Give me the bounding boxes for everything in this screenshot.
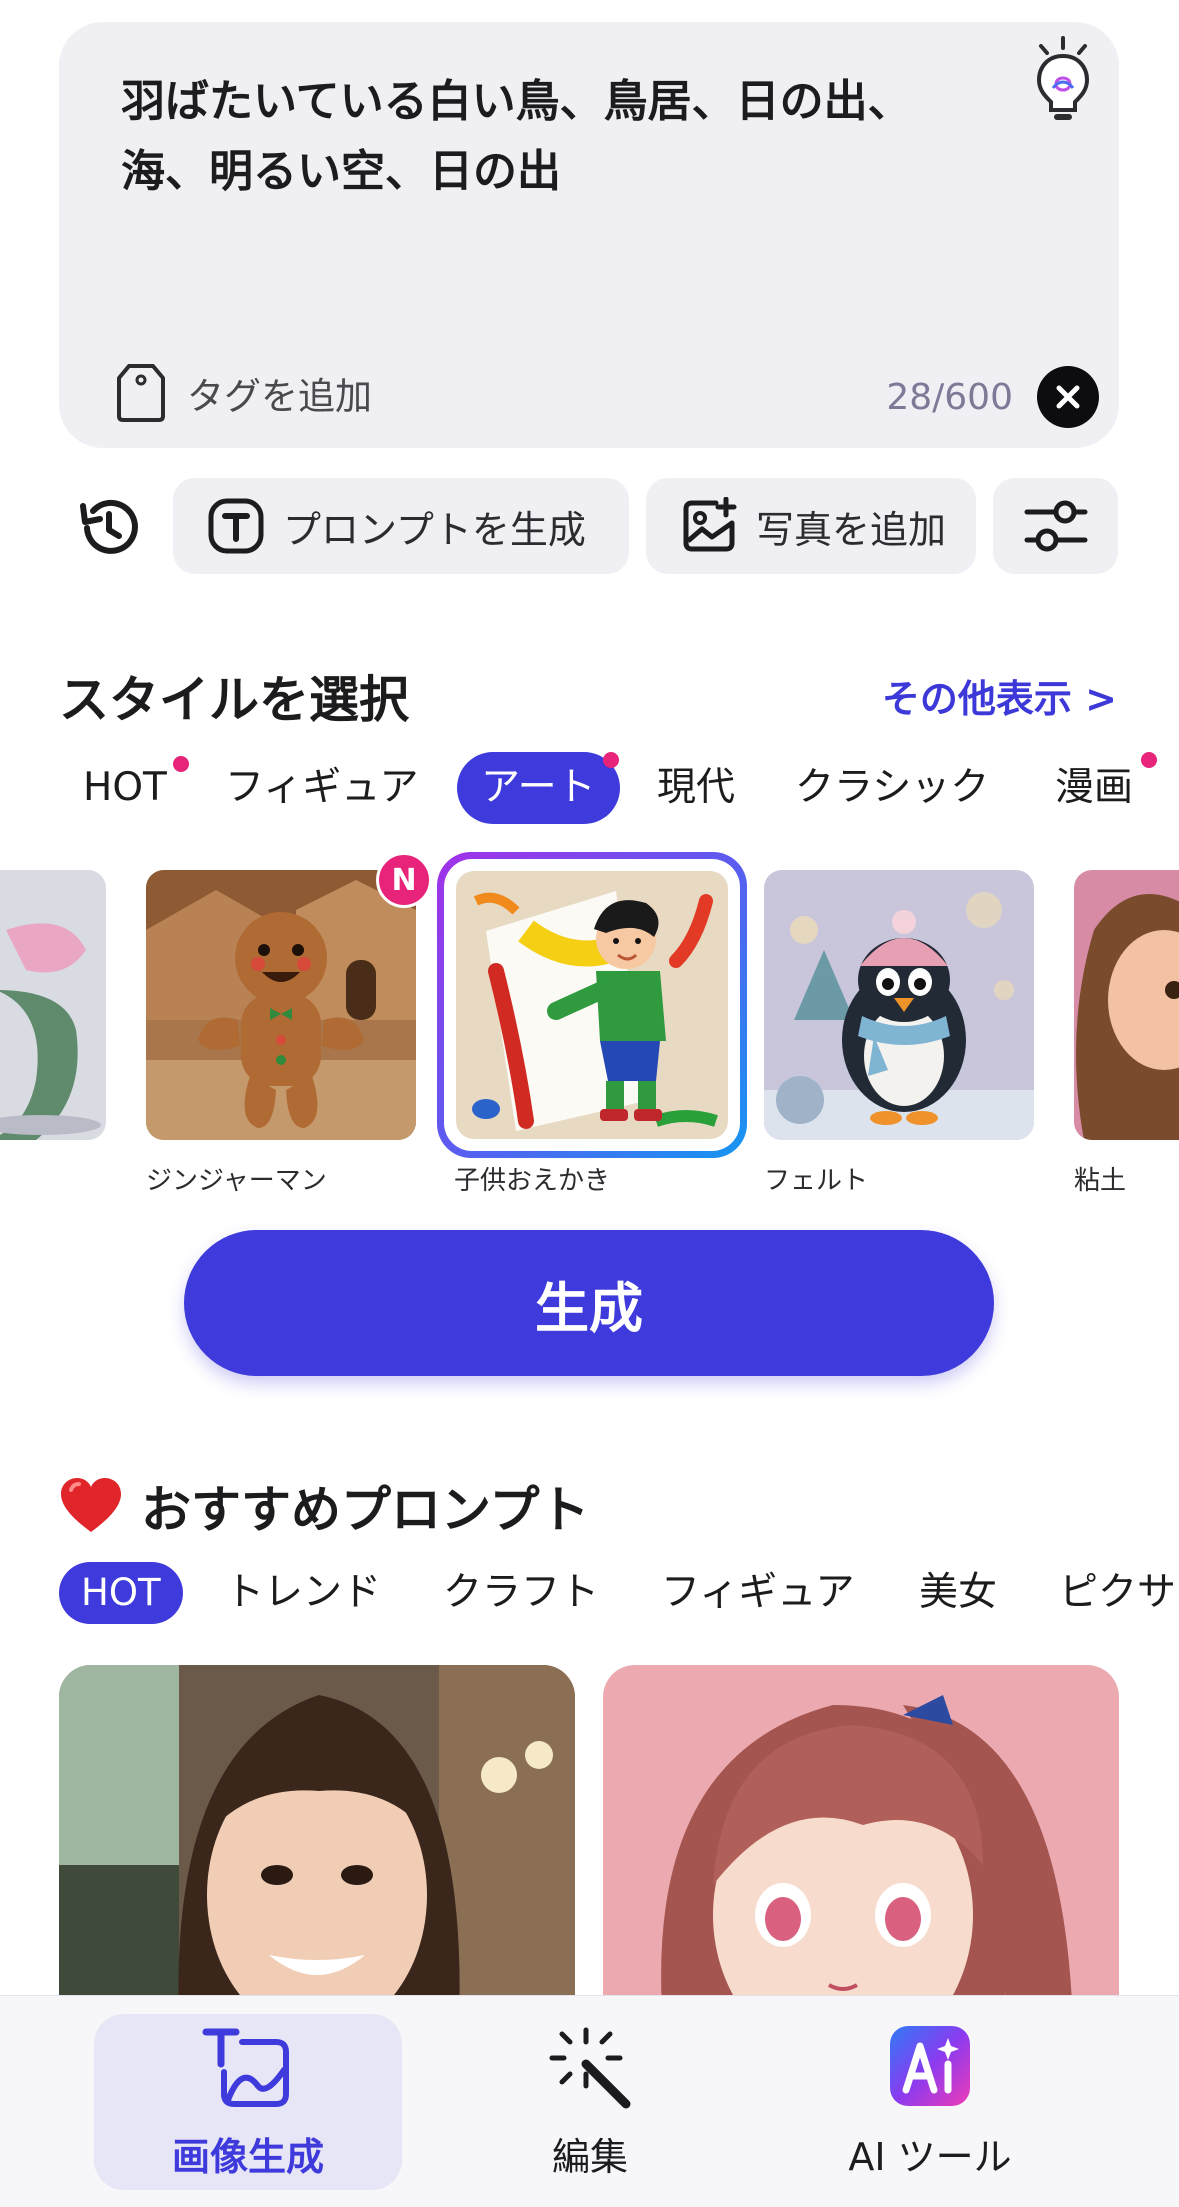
character-counter: 28/600 <box>886 377 1013 418</box>
prompt-textarea[interactable]: 羽ばたいている白い鳥、鳥居、日の出、海、明るい空、日の出 <box>121 67 991 207</box>
add-tag-label: タグを追加 <box>187 375 372 418</box>
rec-tab-figure[interactable]: フィギュア <box>661 1562 854 1624</box>
close-icon <box>1056 385 1080 409</box>
heart-icon <box>61 1478 121 1532</box>
history-icon[interactable] <box>73 492 143 562</box>
recommended-section-title: おすすめプロンプト <box>59 1470 590 1542</box>
magic-wand-icon <box>549 2027 631 2108</box>
nav-ai-tools[interactable]: AI ツール <box>776 2014 1084 2190</box>
new-dot <box>173 756 189 772</box>
style-caption: 子供おえかき <box>454 1166 611 1196</box>
generate-prompt-button[interactable]: プロンプトを生成 <box>173 478 629 574</box>
style-tab-figure[interactable]: フィギュア <box>225 752 418 824</box>
ai-tools-icon <box>890 2025 970 2106</box>
new-badge: N <box>376 852 432 908</box>
generate-prompt-label: プロンプトを生成 <box>283 507 586 552</box>
style-tab-manga[interactable]: 漫画 <box>1055 752 1133 824</box>
style-thumbnail-gingerbread[interactable] <box>146 870 416 1140</box>
recommended-tabs: HOT トレンド クラフト フィギュア 美女 ピクサ <box>59 1562 1179 1624</box>
prompt-input-box[interactable]: 羽ばたいている白い鳥、鳥居、日の出、海、明るい空、日の出 タグを追加 28/60… <box>59 22 1119 448</box>
lightbulb-icon[interactable] <box>1029 36 1097 126</box>
style-tab-modern[interactable]: 現代 <box>657 752 735 824</box>
settings-button[interactable] <box>993 478 1118 574</box>
add-tag-button[interactable]: タグを追加 <box>115 358 372 428</box>
style-carousel: ジンジャーマン N 子供おえかき フェルト 粘土 <box>0 852 1179 1212</box>
nav-label: 編集 <box>551 2134 628 2179</box>
style-tab-art[interactable]: アート <box>457 752 620 824</box>
add-photo-button[interactable]: 写真を追加 <box>646 478 976 574</box>
rec-tab-trend[interactable]: トレンド <box>225 1562 381 1624</box>
tag-icon <box>117 364 165 422</box>
text-t-icon <box>208 498 264 554</box>
style-thumbnail-partial[interactable] <box>0 870 106 1140</box>
rec-tab-beauty[interactable]: 美女 <box>919 1562 997 1624</box>
style-category-tabs: HOT フィギュア アート 現代 クラシック 漫画 <box>59 752 1179 824</box>
style-thumbnail-kids-drawing[interactable] <box>456 871 728 1139</box>
style-selected-frame[interactable] <box>437 852 747 1158</box>
prompt-card-photo[interactable] <box>59 1665 575 2025</box>
rec-tab-pixar[interactable]: ピクサ <box>1059 1562 1176 1624</box>
style-thumbnail-clay[interactable] <box>1074 870 1179 1140</box>
add-photo-label: 写真を追加 <box>756 507 947 552</box>
style-caption: 粘土 <box>1074 1166 1127 1196</box>
prompt-toolbar: プロンプトを生成 写真を追加 <box>59 478 1119 574</box>
add-image-icon <box>683 497 737 552</box>
sliders-icon <box>1024 500 1087 552</box>
new-dot <box>1141 752 1157 768</box>
nav-label: AI ツール <box>848 2134 1012 2179</box>
clear-button[interactable] <box>1037 366 1099 428</box>
style-section-title: スタイルを選択 <box>59 671 409 729</box>
bottom-navigation: 画像生成 編集 AI ツール <box>0 1995 1179 2207</box>
show-more-link[interactable]: その他表示 > <box>882 668 1117 723</box>
style-thumbnail-felt[interactable] <box>764 870 1034 1140</box>
prompt-card-anime[interactable] <box>603 1665 1119 2025</box>
style-caption: フェルト <box>764 1166 869 1196</box>
nav-image-generation[interactable]: 画像生成 <box>94 2014 402 2190</box>
recommended-title-text: おすすめプロンプト <box>141 1481 590 1539</box>
rec-tab-craft[interactable]: クラフト <box>443 1562 599 1624</box>
rec-tab-hot[interactable]: HOT <box>59 1562 183 1624</box>
generate-button[interactable]: 生成 <box>184 1230 994 1376</box>
text-image-icon <box>202 2028 289 2107</box>
style-caption: ジンジャーマン <box>146 1166 327 1196</box>
new-dot <box>603 752 619 768</box>
style-tab-hot[interactable]: HOT <box>83 752 167 824</box>
nav-edit[interactable]: 編集 <box>436 2014 744 2190</box>
nav-label: 画像生成 <box>171 2134 324 2179</box>
style-tab-classic[interactable]: クラシック <box>795 752 989 824</box>
